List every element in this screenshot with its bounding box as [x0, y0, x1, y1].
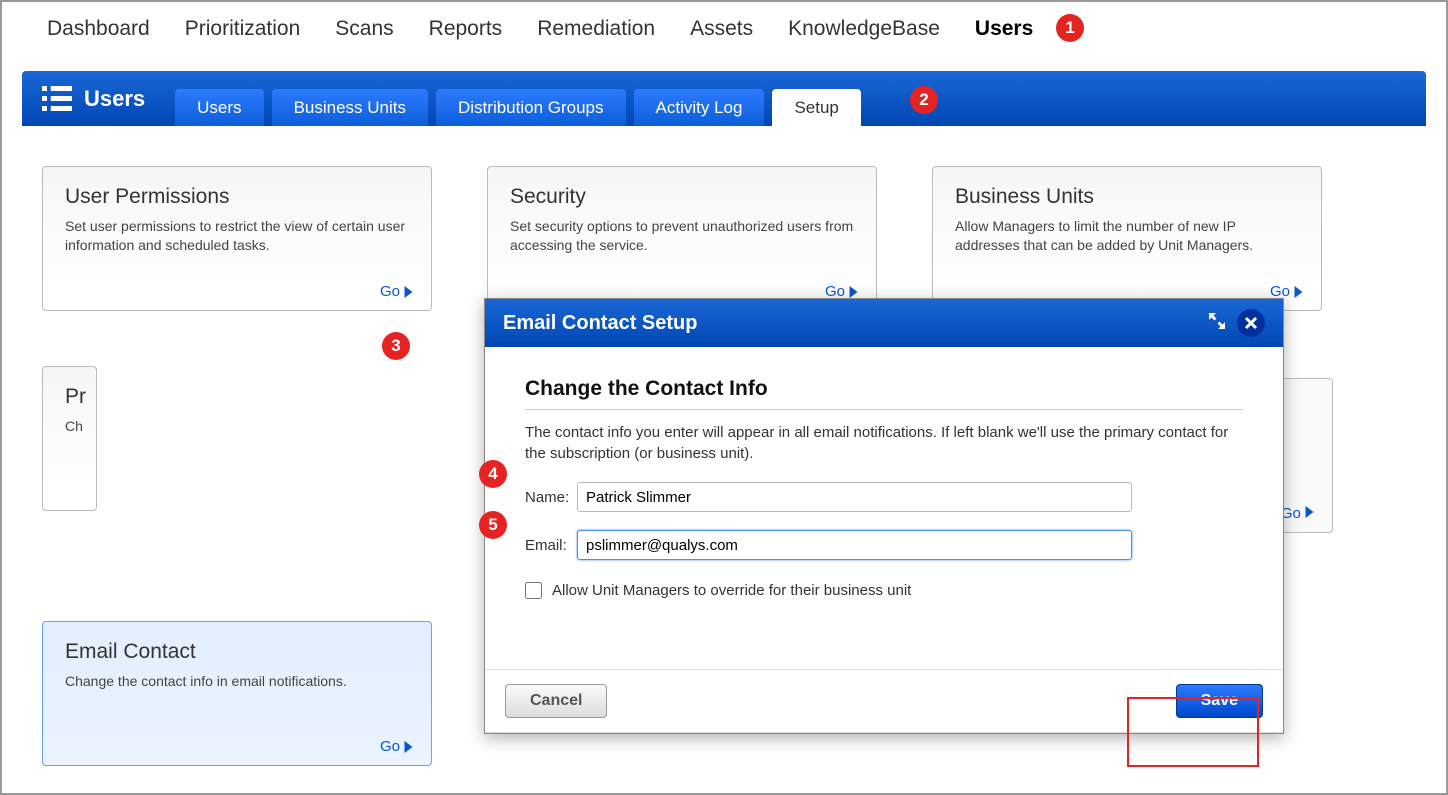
nav-assets[interactable]: Assets: [690, 17, 753, 41]
name-field[interactable]: [577, 482, 1132, 512]
email-label: Email:: [525, 537, 577, 554]
name-label: Name:: [525, 489, 577, 506]
card-description: Change the contact info in email notific…: [65, 672, 409, 691]
allow-override-checkbox[interactable]: [525, 582, 542, 599]
tab-business-units[interactable]: Business Units: [272, 89, 428, 126]
nav-knowledgebase[interactable]: KnowledgeBase: [788, 17, 940, 41]
dialog-section-title: Change the Contact Info: [525, 377, 1243, 410]
card-title: Email Contact: [65, 640, 409, 664]
email-contact-setup-dialog: Email Contact Setup Change the Contact I…: [484, 298, 1284, 734]
card-title: User Permissions: [65, 185, 409, 209]
nav-dashboard[interactable]: Dashboard: [47, 17, 150, 41]
nav-reports[interactable]: Reports: [429, 17, 503, 41]
card-description: Allow Managers to limit the number of ne…: [955, 217, 1299, 255]
dialog-title: Email Contact Setup: [503, 312, 697, 335]
annotation-badge-2: 2: [910, 86, 938, 114]
card-description: Set security options to prevent unauthor…: [510, 217, 854, 255]
go-link[interactable]: Go: [380, 738, 413, 755]
card-description: Set user permissions to restrict the vie…: [65, 217, 409, 255]
list-icon: [42, 86, 72, 111]
go-link[interactable]: Go: [1281, 505, 1314, 522]
expand-icon[interactable]: [1207, 311, 1227, 336]
card-truncated[interactable]: Pr Ch: [42, 366, 97, 511]
dialog-header: Email Contact Setup: [485, 299, 1283, 347]
dialog-body: Change the Contact Info The contact info…: [485, 347, 1283, 669]
annotation-badge-4: 4: [479, 460, 507, 488]
cancel-button[interactable]: Cancel: [505, 684, 607, 718]
tab-setup[interactable]: Setup: [772, 89, 860, 126]
annotation-badge-3: 3: [382, 332, 410, 360]
nav-scans[interactable]: Scans: [335, 17, 393, 41]
dialog-description: The contact info you enter will appear i…: [525, 422, 1243, 464]
annotation-highlight-save: [1127, 697, 1259, 767]
card-title: Business Units: [955, 185, 1299, 209]
nav-users[interactable]: Users: [975, 17, 1033, 41]
card-business-units[interactable]: Business Units Allow Managers to limit t…: [932, 166, 1322, 311]
top-navigation: Dashboard Prioritization Scans Reports R…: [2, 2, 1446, 56]
tab-users[interactable]: Users: [175, 89, 263, 126]
card-email-contact[interactable]: Email Contact Change the contact info in…: [42, 621, 432, 766]
card-title: Security: [510, 185, 854, 209]
tab-activity-log[interactable]: Activity Log: [634, 89, 765, 126]
nav-remediation[interactable]: Remediation: [537, 17, 655, 41]
card-security[interactable]: Security Set security options to prevent…: [487, 166, 877, 311]
section-bar: Users Users Business Units Distribution …: [22, 71, 1426, 126]
checkbox-label: Allow Unit Managers to override for thei…: [552, 582, 911, 599]
card-user-permissions[interactable]: User Permissions Set user permissions to…: [42, 166, 432, 311]
close-icon[interactable]: [1237, 309, 1265, 337]
section-title: Users: [84, 86, 145, 112]
go-link[interactable]: Go: [380, 283, 413, 300]
card-description: Ch: [65, 417, 74, 436]
annotation-badge-5: 5: [479, 511, 507, 539]
tab-distribution-groups[interactable]: Distribution Groups: [436, 89, 626, 126]
nav-prioritization[interactable]: Prioritization: [185, 17, 301, 41]
annotation-badge-1: 1: [1056, 14, 1084, 42]
card-title: Pr: [65, 385, 74, 409]
email-field[interactable]: [577, 530, 1132, 560]
